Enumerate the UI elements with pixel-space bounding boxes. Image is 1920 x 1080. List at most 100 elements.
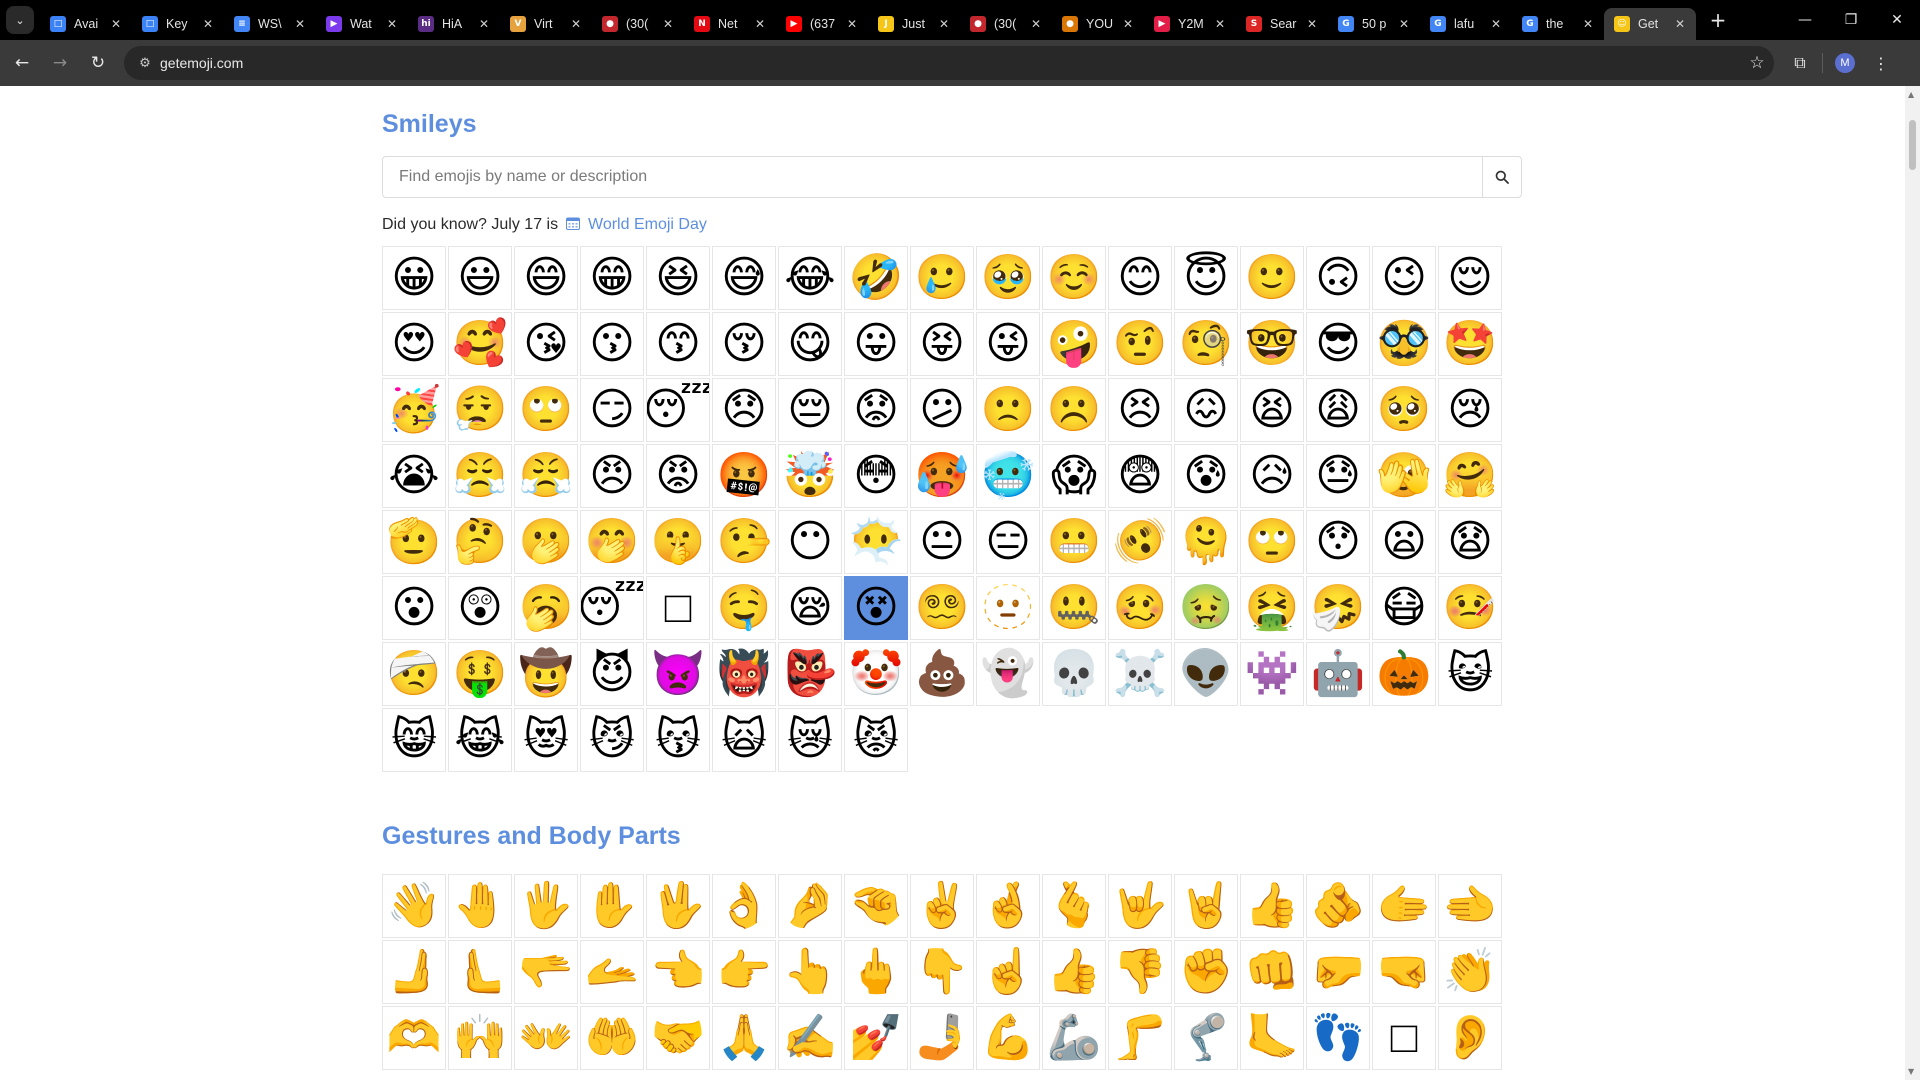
emoji-cell[interactable]: 🖐️ — [514, 874, 578, 938]
emoji-cell[interactable]: 🤏 — [844, 874, 908, 938]
close-tab-icon[interactable]: ✕ — [752, 16, 768, 32]
close-tab-icon[interactable]: ✕ — [936, 16, 952, 32]
emoji-cell[interactable]: 🤡 — [844, 642, 908, 706]
emoji-cell[interactable]: 😞 — [712, 378, 776, 442]
site-info-icon[interactable]: ⚙ — [130, 56, 160, 71]
emoji-cell[interactable]: 😑 — [976, 510, 1040, 574]
emoji-cell[interactable]: 😧 — [1438, 510, 1502, 574]
emoji-cell[interactable]: 🤝 — [646, 1006, 710, 1070]
emoji-cell[interactable]: 🤞 — [976, 874, 1040, 938]
emoji-cell[interactable]: 😋 — [778, 312, 842, 376]
emoji-cell[interactable]: 😡 — [646, 444, 710, 508]
browser-tab[interactable]: V Virt ✕ — [500, 8, 592, 40]
emoji-cell[interactable]: 💅 — [844, 1006, 908, 1070]
emoji-cell[interactable]: 😣 — [1108, 378, 1172, 442]
browser-tab[interactable]: J Just ✕ — [868, 8, 960, 40]
browser-tab[interactable]: ● (30(✕ — [592, 8, 684, 40]
back-button[interactable]: ← — [6, 47, 38, 79]
emoji-cell[interactable]: 👿 — [646, 642, 710, 706]
emoji-cell[interactable]: 🫸 — [382, 940, 446, 1004]
emoji-cell[interactable]: 🙀 — [712, 708, 776, 772]
scroll-up-arrow-icon[interactable]: ▲ — [1908, 90, 1914, 99]
browser-tab[interactable]: Glafu ✕ — [1420, 8, 1512, 40]
browser-tab[interactable]: ≡ WS\ ✕ — [224, 8, 316, 40]
emoji-cell[interactable]: 😵‍💫 — [910, 576, 974, 640]
emoji-cell[interactable]: 😾 — [844, 708, 908, 772]
emoji-cell[interactable]: 😺 — [1438, 642, 1502, 706]
emoji-cell[interactable]: 🫲 — [1438, 874, 1502, 938]
emoji-cell[interactable]: 🤕 — [382, 642, 446, 706]
emoji-cell[interactable]: 👉 — [712, 940, 776, 1004]
close-tab-icon[interactable]: ✕ — [292, 16, 308, 32]
emoji-cell[interactable]: 😄 — [514, 246, 578, 310]
emoji-cell[interactable]: 🤢 — [1174, 576, 1238, 640]
extensions-icon[interactable]: ⧉ — [1782, 47, 1818, 79]
emoji-cell[interactable]: 😰 — [1174, 444, 1238, 508]
emoji-cell[interactable]: 😊 — [1108, 246, 1172, 310]
browser-tab[interactable]: □ Key ✕ — [132, 8, 224, 40]
emoji-cell[interactable]: 👺 — [778, 642, 842, 706]
browser-tab[interactable]: N Net ✕ — [684, 8, 776, 40]
emoji-cell[interactable]: ☺️ — [1042, 246, 1106, 310]
emoji-cell[interactable]: □ — [1372, 1006, 1436, 1070]
emoji-cell[interactable]: 😔 — [778, 378, 842, 442]
close-tab-icon[interactable]: ✕ — [1304, 16, 1320, 32]
world-emoji-day-link[interactable]: World Emoji Day — [588, 216, 707, 233]
emoji-cell[interactable]: 😂 — [778, 246, 842, 310]
emoji-cell[interactable]: 😷 — [1372, 576, 1436, 640]
emoji-cell[interactable]: 🤛 — [1306, 940, 1370, 1004]
browser-tab[interactable]: hi HiA ✕ — [408, 8, 500, 40]
emoji-cell[interactable]: 🤧 — [1306, 576, 1370, 640]
emoji-cell[interactable]: 🤐 — [1042, 576, 1106, 640]
close-tab-icon[interactable]: ✕ — [1672, 16, 1688, 32]
emoji-cell[interactable]: 🥵 — [910, 444, 974, 508]
emoji-cell[interactable]: 😤 — [448, 444, 512, 508]
emoji-cell[interactable]: 😙 — [646, 312, 710, 376]
emoji-cell[interactable]: 😀 — [382, 246, 446, 310]
emoji-cell[interactable]: 😛 — [844, 312, 908, 376]
browser-tab[interactable]: Gthe ✕ — [1512, 8, 1604, 40]
url-text[interactable]: getemoji.com — [160, 55, 1740, 71]
emoji-cell[interactable]: 😚 — [712, 312, 776, 376]
emoji-cell[interactable]: 🙌 — [448, 1006, 512, 1070]
minimize-button[interactable]: — — [1782, 0, 1828, 40]
emoji-cell[interactable]: ☠️ — [1108, 642, 1172, 706]
emoji-cell[interactable]: 😈 — [580, 642, 644, 706]
emoji-cell[interactable]: 🤟 — [1108, 874, 1172, 938]
close-tab-icon[interactable]: ✕ — [1488, 16, 1504, 32]
close-tab-icon[interactable]: ✕ — [200, 16, 216, 32]
emoji-cell[interactable]: 🤗 — [1438, 444, 1502, 508]
emoji-cell[interactable]: 🤬 — [712, 444, 776, 508]
emoji-cell[interactable]: 👾 — [1240, 642, 1304, 706]
close-tab-icon[interactable]: ✕ — [844, 16, 860, 32]
browser-tab[interactable]: S Sear ✕ — [1236, 8, 1328, 40]
emoji-cell[interactable]: 👆 — [778, 940, 842, 1004]
emoji-cell[interactable]: 😬 — [1042, 510, 1106, 574]
browser-tab[interactable]: G 50 p ✕ — [1328, 8, 1420, 40]
emoji-cell[interactable]: 😇 — [1174, 246, 1238, 310]
emoji-cell[interactable]: 😪 — [778, 576, 842, 640]
emoji-cell[interactable]: 🤘 — [1174, 874, 1238, 938]
emoji-cell[interactable]: 🦿 — [1174, 1006, 1238, 1070]
emoji-cell[interactable]: 🥲 — [910, 246, 974, 310]
close-window-button[interactable]: ✕ — [1874, 0, 1920, 40]
emoji-cell[interactable]: 🙏 — [712, 1006, 776, 1070]
emoji-cell[interactable]: ✌️ — [910, 874, 974, 938]
emoji-cell[interactable]: 🤳 — [910, 1006, 974, 1070]
emoji-cell[interactable]: 😟 — [844, 378, 908, 442]
emoji-cell[interactable]: 🤫 — [646, 510, 710, 574]
emoji-cell[interactable]: 😮‍💨 — [448, 378, 512, 442]
emoji-search-input[interactable] — [383, 157, 1482, 197]
profile-avatar[interactable]: M — [1835, 53, 1855, 73]
emoji-cell[interactable]: 👎 — [1108, 940, 1172, 1004]
emoji-cell[interactable]: 🫳 — [514, 940, 578, 1004]
emoji-cell[interactable]: 👏 — [1438, 940, 1502, 1004]
emoji-cell[interactable]: 👌 — [712, 874, 776, 938]
emoji-cell[interactable]: 👻 — [976, 642, 1040, 706]
emoji-cell[interactable]: 😌 — [1438, 246, 1502, 310]
emoji-cell[interactable]: 🥺 — [1372, 378, 1436, 442]
reload-button[interactable]: ↻ — [82, 47, 114, 79]
emoji-cell[interactable]: 😐 — [910, 510, 974, 574]
bookmark-star-icon[interactable]: ☆ — [1740, 53, 1774, 73]
emoji-cell[interactable]: 🖕 — [844, 940, 908, 1004]
